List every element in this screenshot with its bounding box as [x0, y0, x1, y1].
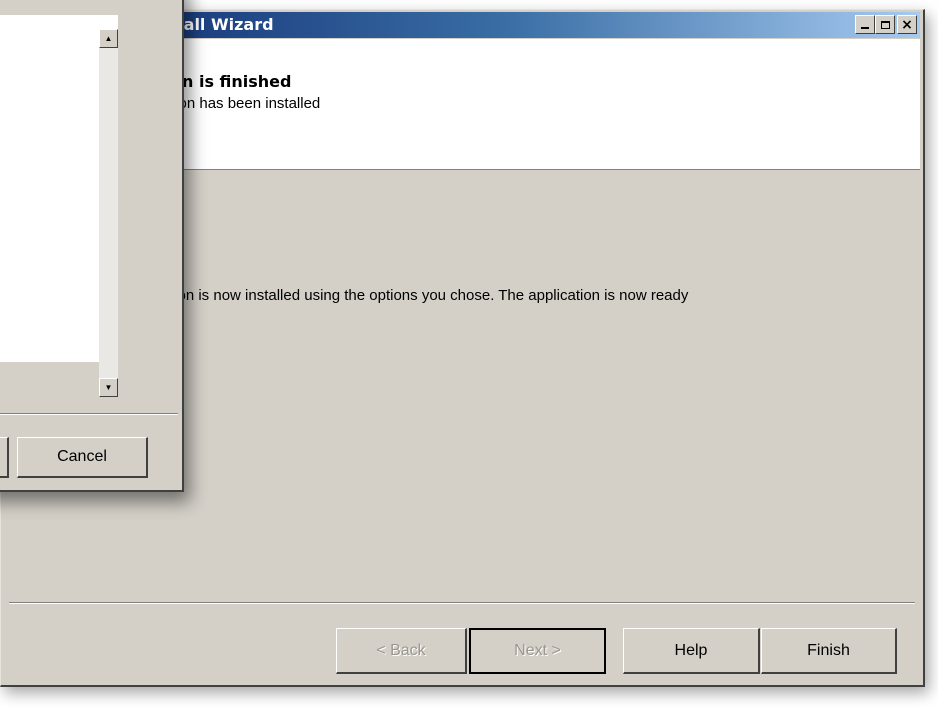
desktop: tall Wizard × on is finished tion has be…	[0, 0, 938, 707]
dialog-separator	[0, 413, 178, 415]
help-button[interactable]: Help	[623, 628, 760, 674]
next-button[interactable]: Next >	[469, 628, 606, 674]
back-button[interactable]: < Back	[336, 628, 467, 674]
maximize-icon	[880, 20, 890, 29]
caption-buttons: ×	[855, 15, 917, 34]
page-title: on is finished	[171, 72, 292, 91]
arrow-down-icon: ▼	[104, 382, 113, 392]
scroll-up-button[interactable]: ▲	[99, 29, 118, 48]
page-subtitle: tion has been installed	[171, 95, 321, 112]
scroll-down-button[interactable]: ▼	[99, 378, 118, 397]
arrow-up-icon: ▲	[104, 33, 113, 43]
button-separator	[9, 602, 915, 604]
vertical-scrollbar[interactable]: ▲ ▼	[99, 29, 118, 397]
cancel-button[interactable]: Cancel	[17, 437, 148, 478]
wizard-body-text: tion is now installed using the options …	[170, 287, 689, 304]
ok-button-partial[interactable]	[0, 437, 9, 478]
list-box[interactable]: ▲ ▼	[0, 15, 118, 397]
window-title: tall Wizard	[176, 15, 274, 34]
maximize-button[interactable]	[875, 15, 895, 34]
finish-button[interactable]: Finish	[761, 628, 897, 674]
close-icon: ×	[901, 16, 913, 33]
foreground-dialog: ▲ ▼ Cancel	[0, 0, 184, 492]
minimize-icon	[861, 27, 869, 29]
minimize-button[interactable]	[855, 15, 875, 34]
close-button[interactable]: ×	[897, 15, 917, 34]
